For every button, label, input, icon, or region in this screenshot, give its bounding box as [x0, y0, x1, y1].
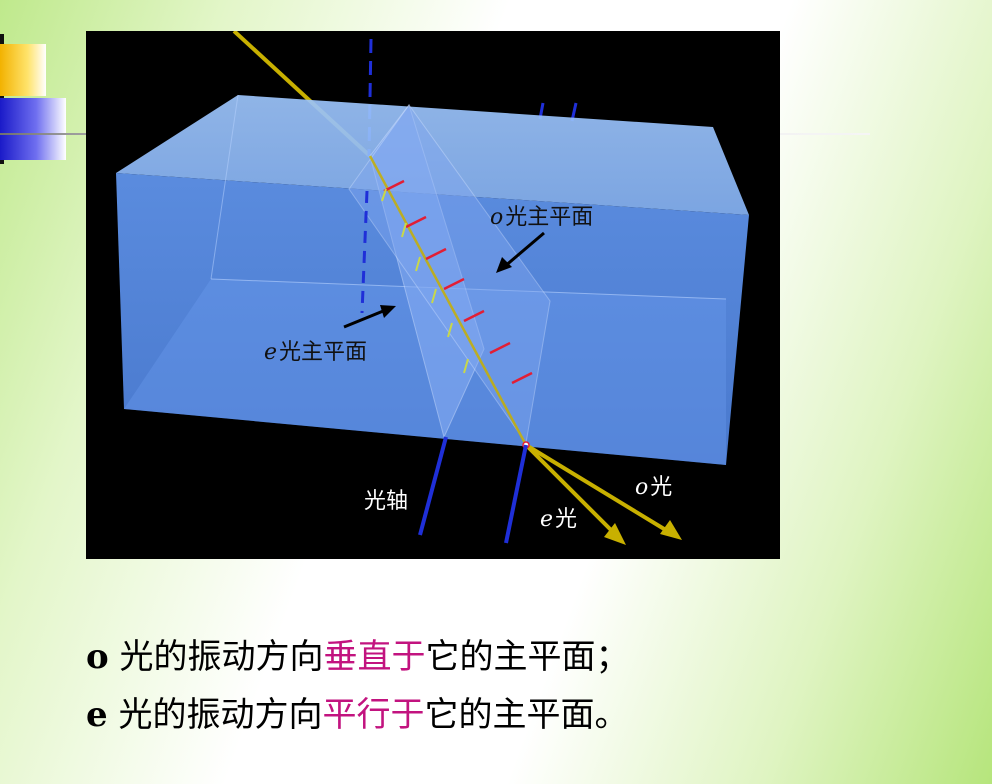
caption-e-emphasis: 平行于	[322, 695, 425, 735]
o-ray-label: o光	[635, 475, 673, 500]
caption-o-after: 它的主平面；	[425, 637, 630, 677]
optic-axis-line-right	[504, 444, 528, 544]
birefringence-figure: o光主平面 e光主平面 光轴 e光 o光	[86, 31, 780, 559]
o-ray-arrowhead	[660, 520, 682, 540]
slide-deco-blue-block	[0, 98, 66, 160]
caption-e-after: 它的主平面。	[424, 695, 629, 735]
slide-caption: o 光的振动方向垂直于它的主平面； e 光的振动方向平行于它的主平面。	[86, 628, 630, 744]
caption-o-emphasis: 垂直于	[323, 637, 426, 677]
caption-line-o: o 光的振动方向垂直于它的主平面；	[86, 628, 630, 686]
crystal-diagram	[116, 31, 749, 545]
slide-deco-yellow-block	[0, 44, 46, 96]
caption-e-before: 光的振动方向	[107, 695, 323, 735]
caption-o-prefix: o	[86, 637, 109, 677]
caption-line-e: e 光的振动方向平行于它的主平面。	[86, 686, 630, 744]
caption-o-before: 光的振动方向	[108, 637, 324, 677]
o-principal-plane-label: o光主平面	[490, 205, 594, 230]
e-ray-label: e光	[540, 507, 578, 532]
e-principal-plane-label: e光主平面	[264, 340, 368, 365]
optic-axis-label: 光轴	[364, 489, 409, 514]
caption-e-prefix: e	[86, 695, 108, 735]
optic-axis-line-left	[418, 436, 448, 536]
